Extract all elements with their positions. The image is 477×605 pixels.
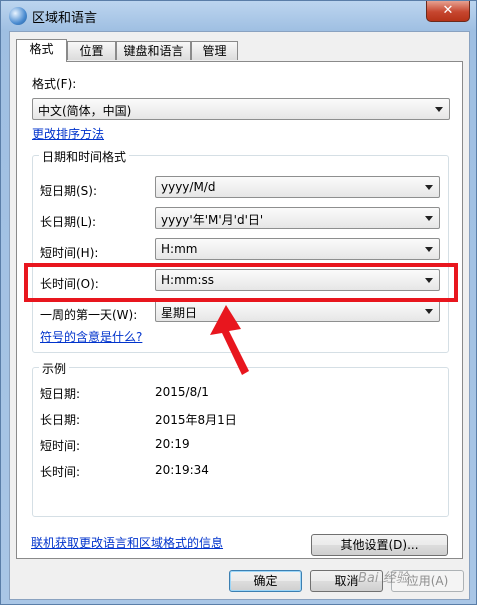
example-long-time-value: 20:19:34: [155, 463, 209, 477]
chevron-down-icon: [425, 309, 433, 314]
chevron-down-icon: [425, 247, 433, 252]
long-date-dropdown[interactable]: yyyy'年'M'月'd'日': [155, 207, 440, 229]
short-date-dropdown[interactable]: yyyy/M/d: [155, 176, 440, 198]
format-dropdown[interactable]: 中文(简体，中国): [32, 98, 450, 120]
first-day-of-week-dropdown[interactable]: 星期日: [155, 300, 440, 322]
format-label: 格式(F):: [32, 77, 77, 91]
ok-button[interactable]: 确定: [229, 570, 302, 592]
first-day-of-week-label: 一周的第一天(W):: [40, 308, 138, 322]
change-sort-method-link[interactable]: 更改排序方法: [32, 125, 104, 142]
example-short-time-value: 20:19: [155, 437, 190, 451]
annotation-highlight-box: [24, 263, 458, 302]
other-settings-button[interactable]: 其他设置(D)...: [311, 534, 448, 556]
short-time-value: H:mm: [161, 242, 198, 256]
tab-location[interactable]: 位置: [67, 41, 116, 60]
example-short-date-label: 短日期:: [40, 387, 81, 401]
watermark: Bai 经验: [358, 571, 409, 586]
chevron-down-icon: [425, 185, 433, 190]
long-date-label: 长日期(L):: [40, 215, 97, 229]
examples-group-title: 示例: [39, 360, 70, 377]
format-value: 中文(简体，中国): [38, 104, 132, 118]
datetime-group-title: 日期和时间格式: [39, 148, 130, 165]
short-date-label: 短日期(S):: [40, 184, 98, 198]
example-long-date-value: 2015年8月1日: [155, 413, 237, 427]
close-button[interactable]: ✕: [426, 1, 470, 22]
title-bar[interactable]: 区域和语言 ✕: [1, 1, 476, 31]
short-time-dropdown[interactable]: H:mm: [155, 238, 440, 260]
example-short-time-label: 短时间:: [40, 439, 81, 453]
tab-administrative[interactable]: 管理: [191, 41, 238, 60]
chevron-down-icon: [435, 107, 443, 112]
chevron-down-icon: [425, 216, 433, 221]
tab-keyboards-languages[interactable]: 键盘和语言: [116, 41, 191, 60]
long-date-value: yyyy'年'M'月'd'日': [161, 213, 264, 227]
example-long-date-label: 长日期:: [40, 413, 81, 427]
dialog-window: 区域和语言 ✕ 格式 位置 键盘和语言 管理 格式(F): 中文(简体，中国) …: [0, 0, 477, 605]
short-date-value: yyyy/M/d: [161, 180, 216, 194]
first-day-of-week-value: 星期日: [161, 306, 198, 320]
examples-group: 示例 短日期: 2015/8/1 长日期: 2015年8月1日 短时间: 20:…: [32, 360, 449, 517]
example-long-time-label: 长时间:: [40, 465, 81, 479]
example-short-date-value: 2015/8/1: [155, 385, 209, 399]
tab-formats[interactable]: 格式: [16, 39, 67, 62]
online-info-link[interactable]: 联机获取更改语言和区域格式的信息: [31, 534, 223, 551]
short-time-label: 短时间(H):: [40, 246, 99, 260]
annotation-arrow-icon: [210, 305, 249, 375]
symbol-meaning-link[interactable]: 符号的含意是什么?: [40, 328, 142, 345]
globe-icon: [9, 7, 27, 25]
window-title: 区域和语言: [32, 11, 98, 26]
